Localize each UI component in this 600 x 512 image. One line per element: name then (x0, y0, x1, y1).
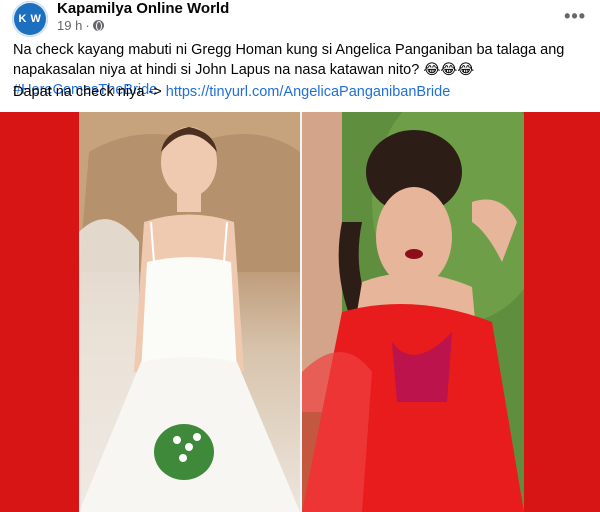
post-image[interactable] (0, 112, 600, 512)
facebook-post: K W Kapamilya Online World 19 h · ••• Na… (0, 0, 600, 512)
page-avatar[interactable]: K W (12, 1, 48, 37)
post-text-line-2: Dapat na check niya -> https://tinyurl.c… (13, 84, 450, 100)
url-link[interactable]: https://tinyurl.com/AngelicaPanganibanBr… (166, 84, 451, 100)
red-dress-photo (302, 112, 524, 512)
globe-icon (92, 20, 104, 31)
post-text-body: Na check kayang mabuti ni Gregg Homan ku… (13, 42, 565, 78)
red-dress-illustration (302, 112, 524, 512)
meta-separator: · (85, 18, 90, 33)
post-header: K W Kapamilya Online World 19 h · ••• (0, 0, 600, 40)
more-options-icon[interactable]: ••• (564, 6, 586, 27)
bride-photo (79, 112, 300, 512)
bride-illustration (79, 112, 300, 512)
emoji-laughing: 😂😂😂 (423, 62, 475, 78)
post-text-prefix: Dapat na check niya -> (13, 84, 166, 100)
post-meta: 19 h · (57, 18, 104, 33)
page-name[interactable]: Kapamilya Online World (57, 0, 229, 17)
post-timestamp[interactable]: 19 h (57, 18, 82, 33)
avatar-logo-text: K W (18, 13, 42, 25)
